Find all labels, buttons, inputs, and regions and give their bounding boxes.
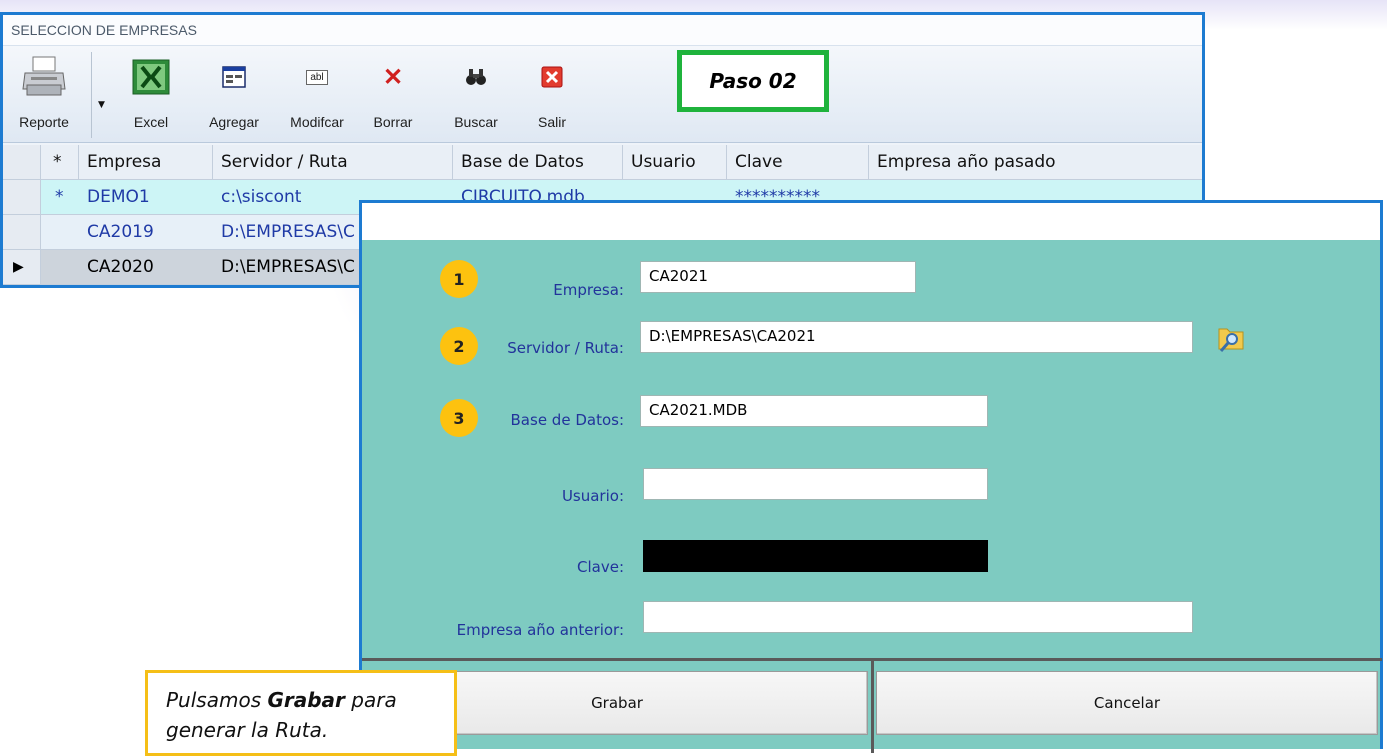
usuario-field[interactable] <box>643 468 988 500</box>
modificar-label: Modifcar <box>290 114 344 130</box>
step-badge-2: 2 <box>440 327 478 365</box>
reporte-label: Reporte <box>19 114 69 130</box>
base-field[interactable]: CA2021.MDB <box>640 395 988 427</box>
row-selector[interactable] <box>3 180 41 214</box>
excel-label: Excel <box>133 114 169 130</box>
binoculars-icon <box>447 54 505 100</box>
cell-empresa[interactable]: CA2020 <box>79 250 213 284</box>
empresa-label: Empresa: <box>553 281 624 299</box>
borrar-button[interactable]: ✕ Borrar <box>365 54 421 131</box>
browse-folder-button[interactable] <box>1213 321 1247 355</box>
cancelar-button[interactable]: Cancelar <box>876 671 1378 735</box>
column-header-ruta[interactable]: Servidor / Ruta <box>213 145 453 179</box>
window-title: SELECCION DE EMPRESAS <box>3 15 1202 46</box>
ruta-field[interactable]: D:\EMPRESAS\CA2021 <box>640 321 1193 353</box>
empresa-field[interactable]: CA2021 <box>640 261 916 293</box>
textbox-icon: abl <box>279 54 355 100</box>
step-callout: Paso 02 <box>677 50 829 112</box>
salir-button[interactable]: Salir <box>525 54 579 130</box>
ruta-label: Servidor / Ruta: <box>507 339 624 357</box>
printer-icon <box>11 54 77 100</box>
chevron-down-icon[interactable]: ▼ <box>98 100 105 110</box>
borrar-label: Borrar <box>373 114 413 130</box>
callout-prefix: Pulsamos <box>166 688 268 712</box>
empresa-anterior-label: Empresa año anterior: <box>456 621 624 639</box>
toolbar-separator <box>91 52 92 138</box>
base-label: Base de Datos: <box>510 411 624 429</box>
salir-label: Salir <box>537 114 566 130</box>
toolbar: Reporte ▼ Excel Agregar abl Modifcar ✕ B… <box>3 46 1202 143</box>
excel-button[interactable]: Excel <box>123 54 179 130</box>
clave-label: Clave: <box>577 558 624 576</box>
textbox-icon-text: abl <box>306 69 328 85</box>
cell-ruta[interactable]: D:\EMPRESAS\C <box>213 215 363 249</box>
row-marker: * <box>55 187 64 207</box>
cell-empresa[interactable]: DEMO1 <box>79 180 213 214</box>
dialog-titlebar <box>362 203 1380 240</box>
grid-header-row: * Empresa Servidor / Ruta Base de Datos … <box>3 145 1202 180</box>
row-header-corner <box>3 145 41 179</box>
row-selector[interactable] <box>3 215 41 249</box>
agregar-button[interactable]: Agregar <box>201 54 267 130</box>
clave-field[interactable] <box>643 540 988 572</box>
callout-bold: Grabar <box>267 688 345 712</box>
reporte-button[interactable]: Reporte <box>11 54 77 130</box>
excel-icon <box>123 54 179 100</box>
step-badge-1: 1 <box>440 260 478 298</box>
current-row-arrow-icon[interactable]: ▶ <box>3 250 41 284</box>
folder-search-icon <box>1218 328 1244 352</box>
instruction-callout: Pulsamos Grabar para generar la Ruta. <box>145 670 457 756</box>
divider <box>871 661 874 753</box>
column-header-usuario[interactable]: Usuario <box>623 145 727 179</box>
form-icon <box>201 54 267 100</box>
cell-empresa[interactable]: CA2019 <box>79 215 213 249</box>
column-header-base[interactable]: Base de Datos <box>453 145 623 179</box>
new-company-dialog: 1 Empresa: CA2021 2 Servidor / Ruta: D:\… <box>359 200 1383 753</box>
column-header-clave[interactable]: Clave <box>727 145 869 179</box>
modificar-button[interactable]: abl Modifcar <box>279 54 355 130</box>
empresa-anterior-field[interactable] <box>643 601 1193 633</box>
agregar-label: Agregar <box>209 114 259 130</box>
column-header-empresa[interactable]: Empresa <box>79 145 213 179</box>
exit-icon <box>525 54 579 100</box>
buscar-label: Buscar <box>454 114 498 130</box>
delete-icon: ✕ <box>382 63 404 91</box>
buscar-button[interactable]: Buscar <box>447 54 505 130</box>
step-label: Paso 02 <box>709 69 797 93</box>
column-header-marker[interactable]: * <box>41 145 79 179</box>
column-header-anterior[interactable]: Empresa año pasado <box>869 145 1202 179</box>
usuario-label: Usuario: <box>561 487 624 505</box>
cell-ruta[interactable]: D:\EMPRESAS\C <box>213 250 363 284</box>
